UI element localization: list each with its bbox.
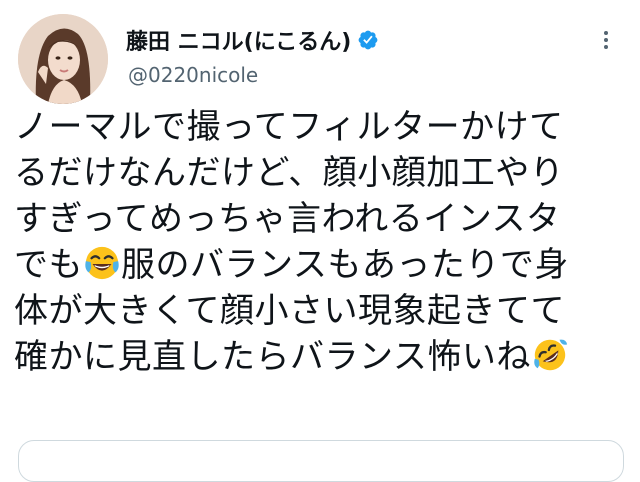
author-handle[interactable]: @0220nicole bbox=[128, 63, 258, 87]
verified-badge-icon bbox=[358, 30, 378, 50]
quoted-card[interactable] bbox=[18, 440, 624, 482]
tweet-line: すぎってめっちゃ言われるインスタ bbox=[14, 199, 561, 239]
face-with-tears-of-joy-icon bbox=[85, 246, 119, 280]
tweet-line-segment: 確かに見直したらバランス怖いね bbox=[14, 337, 531, 377]
tweet-line: 体が大きくて顔小さい現象起きてて bbox=[14, 291, 565, 331]
tweet-line-segment: でも bbox=[14, 245, 83, 285]
author-display-name[interactable]: 藤田 ニコル(にこるん) bbox=[126, 24, 351, 56]
tweet-line-segment: 服のバランスもあったりで身 bbox=[121, 245, 569, 285]
tweet-line: でも 服のバランスもあったりで身 bbox=[14, 242, 626, 288]
tweet-line: 確かに見直したらバランス怖いね bbox=[14, 334, 626, 380]
avatar-photo bbox=[18, 14, 108, 104]
avatar[interactable] bbox=[18, 14, 108, 104]
tweet-line: ノーマルで撮ってフィルターかけて bbox=[14, 107, 564, 147]
more-icon[interactable] bbox=[594, 28, 618, 52]
tweet-text: ノーマルで撮ってフィルターかけて るだけなんだけど、顔小顔加工やり すぎってめっ… bbox=[14, 104, 626, 380]
rolling-on-the-floor-laughing-icon bbox=[534, 339, 567, 371]
author-name-row[interactable]: 藤田 ニコル(にこるん) bbox=[126, 24, 379, 56]
tweet-line: るだけなんだけど、顔小顔加工やり bbox=[14, 153, 565, 193]
